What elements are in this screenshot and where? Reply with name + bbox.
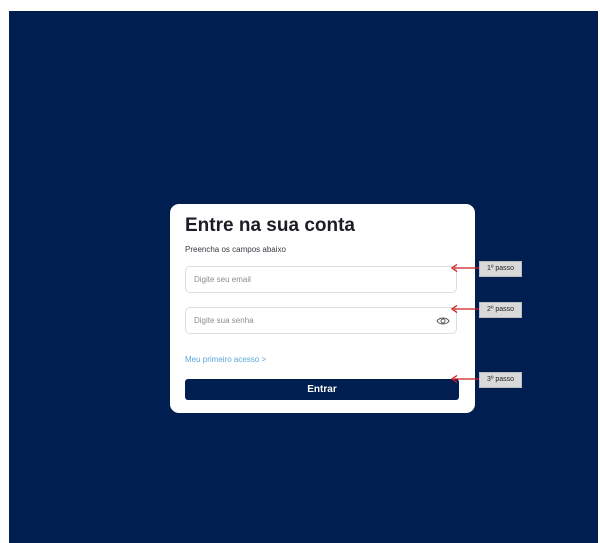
eye-icon[interactable] [436,316,450,326]
arrow-icon [451,375,479,383]
login-button[interactable]: Entrar [185,379,459,400]
page-title: Entre na sua conta [185,215,355,236]
step-2-label: 2º passo [479,302,522,318]
password-field[interactable] [194,308,429,333]
page-background: Entre na sua conta Preencha os campos ab… [9,11,598,543]
step-3-label: 3º passo [479,372,522,388]
login-subtitle: Preencha os campos abaixo [185,245,286,254]
step-1-label: 1º passo [479,261,522,277]
email-field-container [185,266,457,293]
password-field-container [185,307,457,334]
arrow-icon [451,264,479,272]
login-card: Entre na sua conta Preencha os campos ab… [170,204,475,413]
first-access-link[interactable]: Meu primeiro acesso > [185,355,266,364]
email-field[interactable] [194,267,429,292]
arrow-icon [451,305,479,313]
